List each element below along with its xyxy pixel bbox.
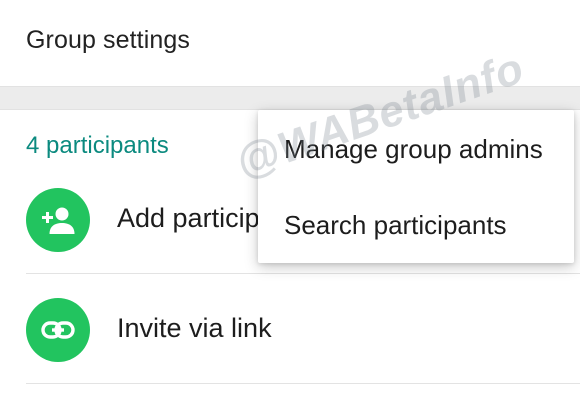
menu-item-manage-group-admins[interactable]: Manage group admins [258, 110, 574, 186]
invite-via-link-row[interactable]: Invite via link [0, 274, 580, 384]
group-settings-label: Group settings [26, 26, 190, 54]
participants-count-header: 4 participants [26, 132, 169, 159]
invite-via-link-label: Invite via link [117, 313, 272, 343]
overflow-menu: Manage group admins Search participants [258, 110, 574, 263]
section-divider [0, 86, 580, 110]
row-divider [26, 383, 580, 384]
menu-item-label: Manage group admins [284, 134, 543, 164]
menu-item-search-participants[interactable]: Search participants [258, 186, 574, 262]
group-settings-row[interactable]: Group settings [0, 0, 580, 86]
link-icon [26, 298, 90, 362]
menu-item-label: Search participants [284, 210, 507, 240]
add-person-icon [26, 188, 90, 252]
